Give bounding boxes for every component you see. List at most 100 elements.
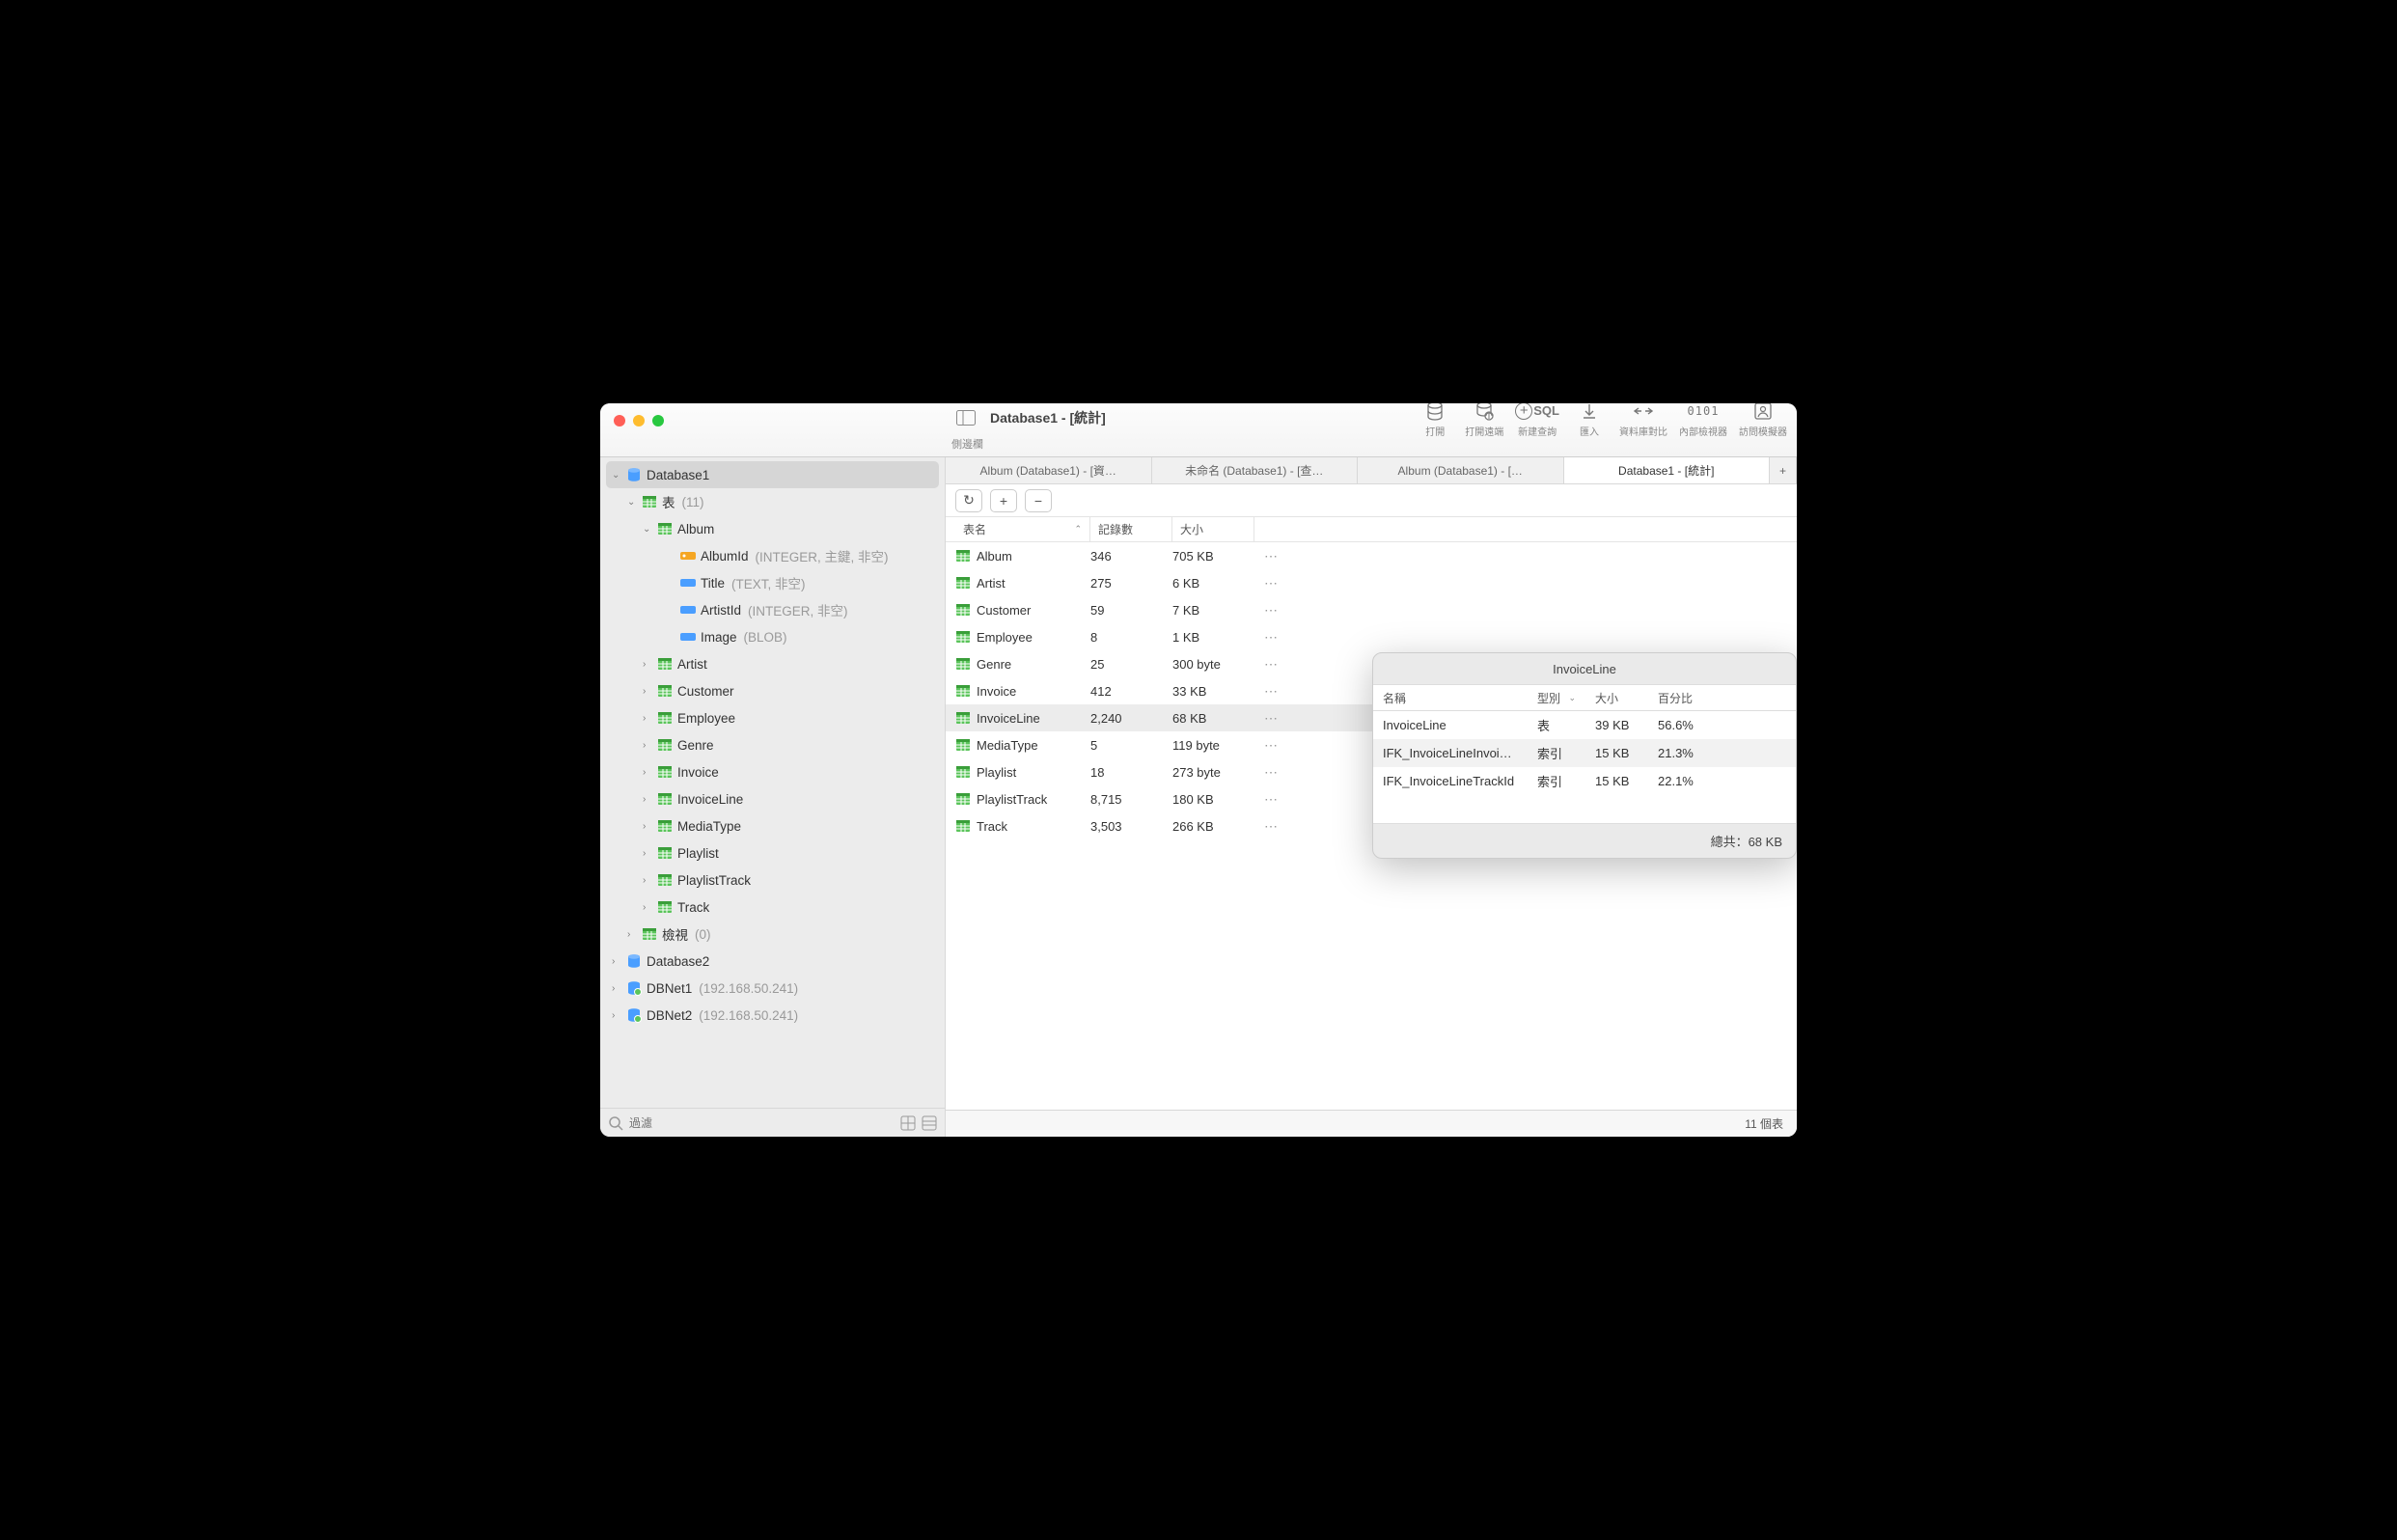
dbnet-icon [1474, 403, 1494, 422]
views-group[interactable]: ›檢視 (0) [606, 921, 939, 948]
refresh-button[interactable]: ↻ [955, 489, 982, 512]
table-invoiceline[interactable]: ›InvoiceLine [606, 785, 939, 812]
pop-col-size[interactable]: 大小 [1585, 690, 1648, 706]
table-employee[interactable]: ›Employee [606, 704, 939, 731]
traffic-lights [600, 403, 946, 432]
tab[interactable]: Database1 - [統計] [1564, 457, 1771, 483]
tab[interactable]: 未命名 (Database1) - [查… [1152, 457, 1359, 483]
chevron-icon: ⌄ [612, 470, 621, 481]
app-window: Database1 - [統計] 打開打開遠端+SQL新建查詢匯入資料庫對比01… [600, 403, 1797, 1137]
col-name[interactable]: 表名⌃ [955, 517, 1090, 541]
table-header: 表名⌃ 記錄數 大小 [946, 517, 1797, 542]
table-invoice[interactable]: ›Invoice [606, 758, 939, 785]
window-title: Database1 - [統計] [990, 408, 1106, 427]
tab[interactable]: Album (Database1) - [… [1358, 457, 1564, 483]
chevron-icon: › [612, 983, 621, 994]
status-bar: 11 個表 [946, 1110, 1797, 1137]
action-bar: ↻ + − [946, 484, 1797, 517]
more-button[interactable]: ⋯ [1264, 575, 1285, 591]
table-playlisttrack[interactable]: ›PlaylistTrack [606, 866, 939, 894]
list-icon[interactable] [922, 1115, 937, 1131]
binary-icon: 0101 [1688, 403, 1720, 422]
table-row[interactable]: Customer597 KB⋯ [946, 596, 1797, 623]
popover-row[interactable]: IFK_InvoiceLineTrackId索引15 KB22.1% [1373, 767, 1796, 795]
chevron-icon: ⌄ [627, 497, 637, 508]
remove-button[interactable]: − [1025, 489, 1052, 512]
tables-group[interactable]: ⌄表 (11) [606, 488, 939, 515]
table-track[interactable]: ›Track [606, 894, 939, 921]
table-album[interactable]: ⌄Album [606, 515, 939, 542]
table-row[interactable]: Artist2756 KB⋯ [946, 569, 1797, 596]
pop-col-pct[interactable]: 百分比 [1648, 690, 1716, 706]
column-albumid[interactable]: AlbumId (INTEGER, 主鍵, 非空) [606, 542, 939, 569]
chevron-icon: › [643, 659, 652, 670]
col-records[interactable]: 記錄數 [1090, 517, 1172, 541]
chevron-icon: › [643, 821, 652, 832]
tab[interactable]: Album (Database1) - [資… [946, 457, 1152, 483]
close-button[interactable] [614, 415, 625, 426]
table-row[interactable]: Album346705 KB⋯ [946, 542, 1797, 569]
grid-icon[interactable] [900, 1115, 916, 1131]
column-image[interactable]: Image (BLOB) [606, 623, 939, 650]
chevron-icon: › [627, 929, 637, 940]
popover-row[interactable]: IFK_InvoiceLineInvoi…索引15 KB21.3% [1373, 739, 1796, 767]
chevron-icon: › [643, 713, 652, 724]
pop-col-name[interactable]: 名稱 [1373, 690, 1528, 706]
db-dbnet1[interactable]: ›DBNet1 (192.168.50.241) [606, 975, 939, 1002]
tabbar: Album (Database1) - [資…未命名 (Database1) -… [946, 457, 1797, 484]
db-dbnet2[interactable]: ›DBNet2 (192.168.50.241) [606, 1002, 939, 1029]
table-genre[interactable]: ›Genre [606, 731, 939, 758]
db-tree: ⌄Database1⌄表 (11)⌄AlbumAlbumId (INTEGER,… [600, 457, 945, 1108]
more-button[interactable]: ⋯ [1264, 602, 1285, 619]
chevron-icon: › [612, 1010, 621, 1021]
sidebar-footer [600, 1108, 945, 1137]
filter-input[interactable] [629, 1116, 895, 1130]
chevron-icon: › [643, 740, 652, 751]
sort-asc-icon: ⌃ [1074, 524, 1082, 535]
table-artist[interactable]: ›Artist [606, 650, 939, 677]
chevron-icon: › [643, 686, 652, 697]
chevron-icon: › [643, 794, 652, 805]
search-icon [608, 1115, 623, 1131]
table-mediatype[interactable]: ›MediaType [606, 812, 939, 839]
column-title[interactable]: Title (TEXT, 非空) [606, 569, 939, 596]
chevron-icon: › [612, 956, 621, 967]
more-button[interactable]: ⋯ [1264, 818, 1285, 835]
more-button[interactable]: ⋯ [1264, 656, 1285, 673]
column-artistid[interactable]: ArtistId (INTEGER, 非空) [606, 596, 939, 623]
sql-icon: +SQL [1515, 403, 1559, 422]
more-button[interactable]: ⋯ [1264, 629, 1285, 646]
table-playlist[interactable]: ›Playlist [606, 839, 939, 866]
titlebar: Database1 - [統計] 打開打開遠端+SQL新建查詢匯入資料庫對比01… [600, 403, 1797, 457]
down-icon [1581, 403, 1598, 422]
more-button[interactable]: ⋯ [1264, 683, 1285, 700]
db-icon [1425, 403, 1445, 422]
sort-icon: ⌄ [1568, 693, 1576, 703]
chevron-icon: ⌄ [643, 524, 652, 535]
chevron-icon: › [643, 902, 652, 913]
pop-col-type[interactable]: 型別⌄ [1528, 690, 1585, 706]
more-button[interactable]: ⋯ [1264, 710, 1285, 727]
chevron-icon: › [643, 875, 652, 886]
more-button[interactable]: ⋯ [1264, 548, 1285, 564]
compare-icon [1633, 403, 1654, 422]
chevron-icon: › [643, 767, 652, 778]
popover-total: 總共：68 KB [1373, 823, 1796, 858]
popover-row[interactable]: InvoiceLine表39 KB56.6% [1373, 711, 1796, 739]
sidebar: ⌄Database1⌄表 (11)⌄AlbumAlbumId (INTEGER,… [600, 457, 946, 1137]
toggle-sidebar-button[interactable] [951, 406, 980, 429]
zoom-button[interactable] [652, 415, 664, 426]
db-database2[interactable]: ›Database2 [606, 948, 939, 975]
add-button[interactable]: + [990, 489, 1017, 512]
db-database1[interactable]: ⌄Database1 [606, 461, 939, 488]
more-button[interactable]: ⋯ [1264, 791, 1285, 808]
col-size[interactable]: 大小 [1172, 517, 1254, 541]
more-button[interactable]: ⋯ [1264, 737, 1285, 754]
table-row[interactable]: Employee81 KB⋯ [946, 623, 1797, 650]
more-button[interactable]: ⋯ [1264, 764, 1285, 781]
minimize-button[interactable] [633, 415, 645, 426]
table-customer[interactable]: ›Customer [606, 677, 939, 704]
new-tab-button[interactable]: + [1770, 457, 1797, 483]
popover-title: InvoiceLine [1373, 653, 1796, 684]
chevron-icon: › [643, 848, 652, 859]
